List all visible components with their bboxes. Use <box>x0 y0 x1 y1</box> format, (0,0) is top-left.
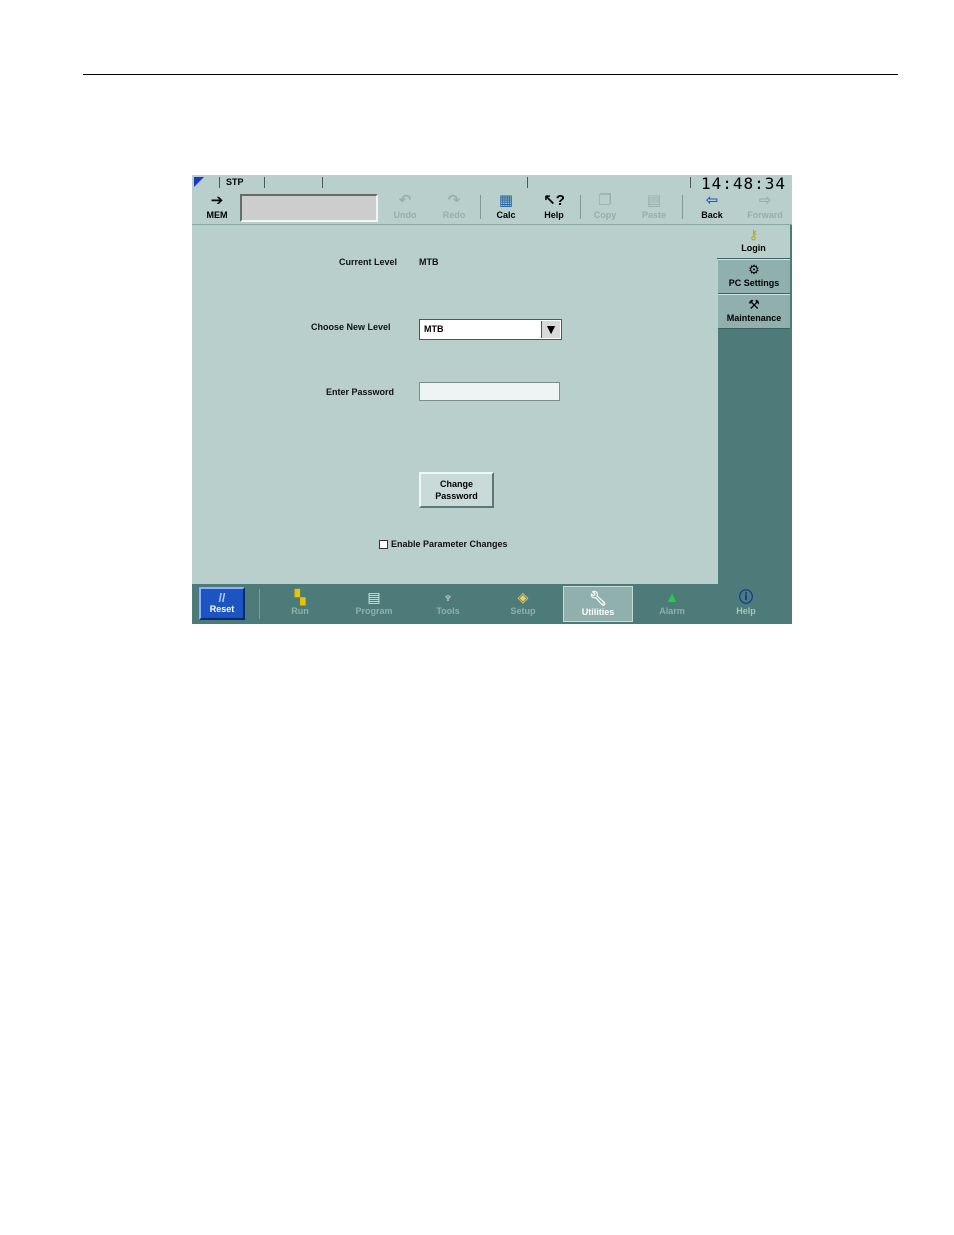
nav-utilities-label: Utilities <box>581 607 615 617</box>
back-button[interactable]: ⇦ Back <box>689 191 735 223</box>
tab-maintenance-label: Maintenance <box>726 313 782 323</box>
status-separator <box>264 177 265 188</box>
nav-help-label: Help <box>736 606 756 616</box>
help-pointer-icon: ↖? <box>543 192 565 209</box>
logo-icon <box>194 177 204 187</box>
bottom-navigation: // Reset ▚ Run ▤ Program ♆ Tools ◈ Setup… <box>192 584 792 624</box>
nav-alarm[interactable]: ▲ Alarm <box>637 586 707 622</box>
forward-label: Forward <box>747 210 783 220</box>
password-input[interactable] <box>419 382 560 401</box>
maintenance-icon: ⚒ <box>748 297 760 312</box>
mode-indicator: STP <box>226 177 244 187</box>
help-toolbar-button[interactable]: ↖? Help <box>531 191 577 223</box>
tab-login-label: Login <box>741 243 766 253</box>
undo-icon: ↶ <box>398 192 412 209</box>
status-separator <box>322 177 323 188</box>
calculator-icon: ▦ <box>498 192 514 209</box>
mem-button[interactable]: ➔ MEM <box>194 191 240 223</box>
status-separator <box>690 177 691 188</box>
current-level-value: MTB <box>419 257 439 267</box>
key-icon: ⚷ <box>748 227 759 242</box>
setup-icon: ◈ <box>517 589 529 605</box>
change-password-button[interactable]: Change Password <box>419 472 494 508</box>
nav-utilities[interactable]: 🔧︎ Utilities <box>563 586 633 622</box>
undo-button[interactable]: ↶ Undo <box>382 191 428 223</box>
nav-setup-label: Setup <box>510 606 536 616</box>
copy-icon: ❐ <box>598 192 612 209</box>
info-icon: ⓘ <box>739 589 753 605</box>
status-bar: STP 14:48:34 <box>192 175 792 193</box>
level-select-value: MTB <box>424 324 444 334</box>
redo-icon: ↷ <box>447 192 461 209</box>
enable-parameter-checkbox[interactable] <box>379 540 388 549</box>
control-screen: STP 14:48:34 ➔ MEM ↶ Undo ↷ Redo ▦ Calc … <box>192 175 792 624</box>
program-icon: ▤ <box>367 589 381 605</box>
toolbar: ➔ MEM ↶ Undo ↷ Redo ▦ Calc ↖? Help ❐ Cop… <box>192 191 792 225</box>
nav-run-label: Run <box>291 606 309 616</box>
tab-pc-settings-label: PC Settings <box>728 278 780 288</box>
page-rule <box>83 74 898 75</box>
forward-arrow-icon: ⇨ <box>758 192 772 209</box>
side-tabs: ⚷ Login ⚙ PC Settings ⚒ Maintenance <box>717 225 792 584</box>
nav-tools[interactable]: ♆ Tools <box>413 586 483 622</box>
nav-alarm-label: Alarm <box>659 606 685 616</box>
nav-help[interactable]: ⓘ Help <box>711 586 781 622</box>
nav-program[interactable]: ▤ Program <box>339 586 409 622</box>
tab-pc-settings[interactable]: ⚙ PC Settings <box>718 259 790 294</box>
nav-tools-label: Tools <box>436 606 460 616</box>
toolbar-divider <box>480 195 481 219</box>
pc-settings-icon: ⚙ <box>748 262 760 277</box>
calc-label: Calc <box>496 210 516 220</box>
tools-icon: ♆ <box>442 589 454 605</box>
wrench-icon: 🔧︎ <box>589 590 607 606</box>
paste-icon: ▤ <box>646 192 662 209</box>
reset-icon: // <box>218 591 226 605</box>
forward-button[interactable]: ⇨ Forward <box>740 191 790 223</box>
run-icon: ▚ <box>294 589 306 605</box>
enable-parameter-label: Enable Parameter Changes <box>391 539 508 549</box>
help-label: Help <box>544 210 564 220</box>
memory-display <box>240 194 378 222</box>
redo-button[interactable]: ↷ Redo <box>431 191 477 223</box>
calc-button[interactable]: ▦ Calc <box>483 191 529 223</box>
paste-button[interactable]: ▤ Paste <box>631 191 677 223</box>
dropdown-arrow-icon[interactable]: ▼ <box>541 321 560 338</box>
toolbar-divider <box>682 195 683 219</box>
tab-maintenance[interactable]: ⚒ Maintenance <box>718 294 790 329</box>
nav-separator <box>259 589 260 619</box>
current-level-label: Current Level <box>339 257 398 267</box>
status-separator <box>527 177 528 188</box>
reset-button[interactable]: // Reset <box>199 587 245 620</box>
toolbar-divider <box>580 195 581 219</box>
tab-login[interactable]: ⚷ Login <box>717 225 790 259</box>
undo-label: Undo <box>393 210 417 220</box>
status-separator <box>219 177 220 188</box>
nav-run[interactable]: ▚ Run <box>265 586 335 622</box>
mem-label: MEM <box>206 210 228 220</box>
alarm-light-icon: ▲ <box>665 589 679 605</box>
choose-level-label: Choose New Level <box>311 322 391 332</box>
change-password-label-line2: Password <box>435 491 478 501</box>
redo-label: Redo <box>442 210 466 220</box>
reset-label: Reset <box>209 604 235 614</box>
copy-label: Copy <box>593 210 617 220</box>
password-label: Enter Password <box>326 387 395 397</box>
level-select[interactable]: MTB ▼ <box>419 319 562 340</box>
nav-program-label: Program <box>355 606 393 616</box>
nav-setup[interactable]: ◈ Setup <box>488 586 558 622</box>
login-panel: Current Level MTB Choose New Level MTB ▼… <box>192 225 718 584</box>
back-arrow-icon: ⇦ <box>705 192 719 209</box>
back-label: Back <box>701 210 723 220</box>
copy-button[interactable]: ❐ Copy <box>582 191 628 223</box>
paste-label: Paste <box>641 210 667 220</box>
mem-icon: ➔ <box>210 192 224 209</box>
change-password-label-line1: Change <box>439 479 473 489</box>
